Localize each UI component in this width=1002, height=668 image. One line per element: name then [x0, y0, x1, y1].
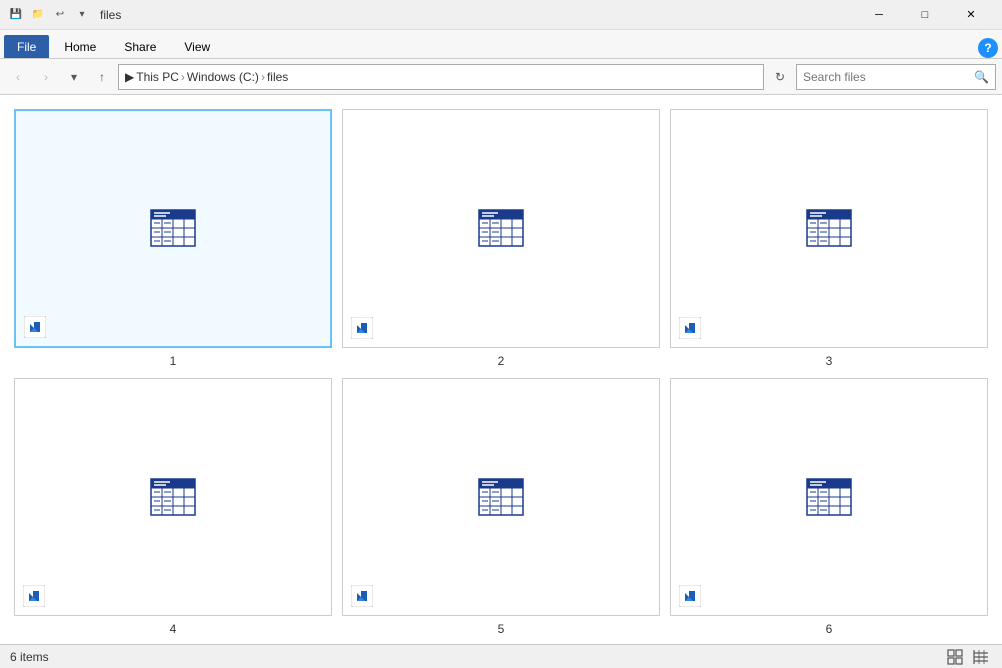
search-box[interactable]: 🔍: [796, 64, 996, 90]
file-name: 4: [170, 622, 177, 636]
forward-button[interactable]: ›: [34, 65, 58, 89]
large-icons-view-button[interactable]: [944, 647, 966, 667]
minimize-button[interactable]: ─: [856, 0, 902, 30]
tab-file[interactable]: File: [4, 35, 49, 58]
shortcut-arrow-icon: [351, 585, 373, 607]
file-name: 3: [826, 354, 833, 368]
tab-view[interactable]: View: [171, 35, 223, 58]
spreadsheet-icon: [150, 209, 196, 247]
file-icon-container: [806, 209, 852, 247]
path-windows-c[interactable]: Windows (C:): [187, 70, 259, 84]
file-icon-container: [806, 478, 852, 516]
spreadsheet-icon: [806, 209, 852, 247]
file-icon-container: [478, 209, 524, 247]
file-name: 5: [498, 622, 505, 636]
undo-icon: ↩: [52, 7, 68, 23]
close-button[interactable]: ✕: [948, 0, 994, 30]
tab-share[interactable]: Share: [111, 35, 169, 58]
spreadsheet-icon: [478, 209, 524, 247]
save-icon: 💾: [8, 7, 24, 23]
back-button[interactable]: ‹: [6, 65, 30, 89]
title-bar-controls: ─ □ ✕: [856, 0, 994, 30]
address-path[interactable]: ▶ This PC › Windows (C:) › files: [118, 64, 764, 90]
file-item[interactable]: 3: [670, 109, 988, 368]
file-thumbnail[interactable]: [14, 109, 332, 348]
shortcut-arrow-icon: [679, 585, 701, 607]
file-name: 6: [826, 622, 833, 636]
tab-home[interactable]: Home: [51, 35, 109, 58]
file-item[interactable]: 5: [342, 378, 660, 637]
title-bar: 💾 📁 ↩ ▾ files ─ □ ✕: [0, 0, 1002, 30]
spreadsheet-icon: [806, 478, 852, 516]
path-files[interactable]: files: [267, 70, 288, 84]
file-item[interactable]: 6: [670, 378, 988, 637]
details-view-button[interactable]: [970, 647, 992, 667]
file-thumbnail[interactable]: [342, 378, 660, 617]
file-grid: 1: [0, 95, 1002, 644]
ribbon: File Home Share View ?: [0, 30, 1002, 59]
file-icon-container: [150, 478, 196, 516]
main-content: 1: [0, 95, 1002, 644]
address-bar: ‹ › ▾ ↑ ▶ This PC › Windows (C:) › files…: [0, 59, 1002, 95]
status-bar: 6 items: [0, 644, 1002, 668]
ribbon-tabs: File Home Share View ?: [0, 30, 1002, 58]
spreadsheet-icon: [150, 478, 196, 516]
title-bar-icons: 💾 📁 ↩ ▾: [8, 7, 90, 23]
dropdown-recent-button[interactable]: ▾: [62, 65, 86, 89]
items-count: 6 items: [10, 650, 49, 664]
up-button[interactable]: ↑: [90, 65, 114, 89]
spreadsheet-icon: [478, 478, 524, 516]
path-this-pc[interactable]: This PC: [136, 70, 179, 84]
search-icon: 🔍: [974, 70, 989, 84]
shortcut-arrow-icon: [351, 317, 373, 339]
shortcut-arrow-icon: [23, 585, 45, 607]
shortcut-arrow-icon: [24, 316, 46, 338]
shortcut-arrow-icon: [679, 317, 701, 339]
file-item[interactable]: 4: [14, 378, 332, 637]
file-thumbnail[interactable]: [670, 378, 988, 617]
file-thumbnail[interactable]: [342, 109, 660, 348]
dropdown-icon[interactable]: ▾: [74, 7, 90, 23]
file-item[interactable]: 1: [14, 109, 332, 368]
file-name: 1: [170, 354, 177, 368]
path-root-icon: ▶: [125, 70, 134, 84]
help-button[interactable]: ?: [978, 38, 998, 58]
window-title: files: [100, 8, 121, 22]
search-input[interactable]: [803, 70, 974, 84]
view-controls: [944, 647, 992, 667]
folder-icon: 📁: [30, 7, 46, 23]
file-thumbnail[interactable]: [14, 378, 332, 617]
file-name: 2: [498, 354, 505, 368]
maximize-button[interactable]: □: [902, 0, 948, 30]
file-item[interactable]: 2: [342, 109, 660, 368]
refresh-button[interactable]: ↻: [768, 65, 792, 89]
file-icon-container: [478, 478, 524, 516]
file-icon-container: [150, 209, 196, 247]
file-thumbnail[interactable]: [670, 109, 988, 348]
